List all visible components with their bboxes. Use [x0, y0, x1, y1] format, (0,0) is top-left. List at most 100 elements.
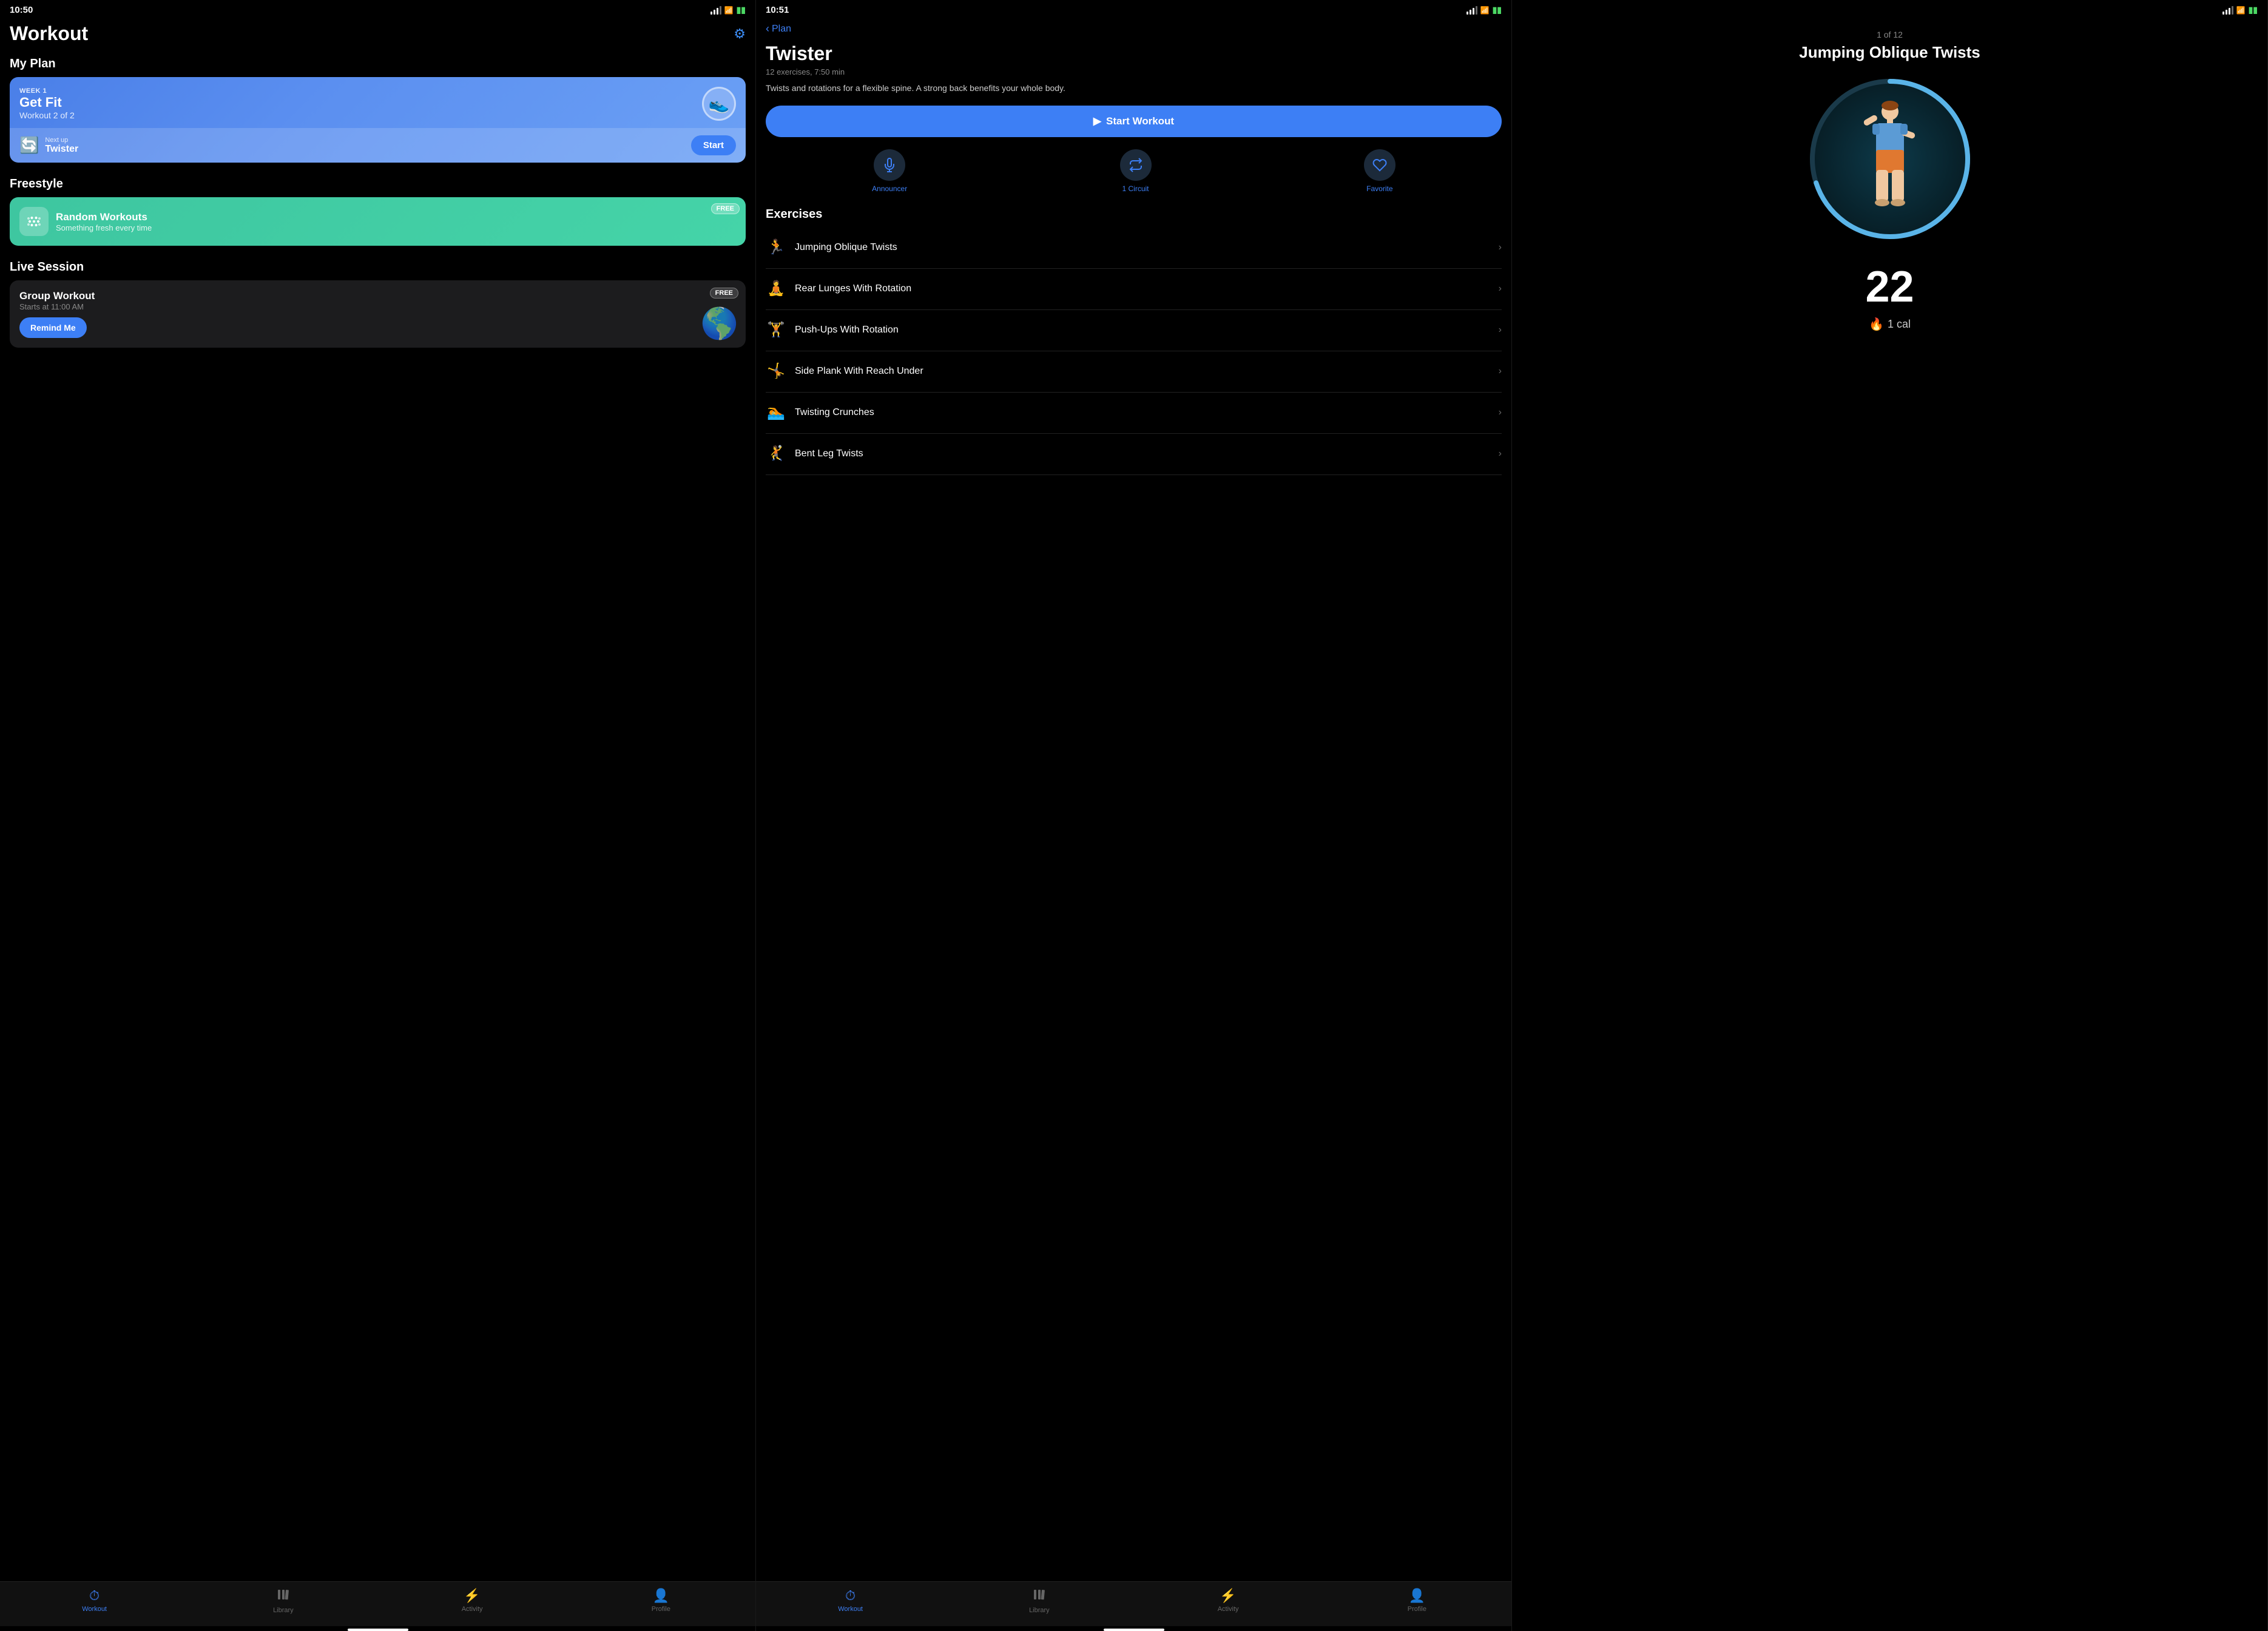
next-up-row: 🔄 Next up Twister	[19, 136, 78, 155]
back-label: Plan	[772, 24, 791, 35]
svg-text:🏃: 🏃	[767, 238, 785, 255]
announcer-icon-circle	[874, 149, 905, 181]
status-icons-2: 📶 ▮▮	[1466, 5, 1502, 15]
exercise-active-title: Jumping Oblique Twists	[1799, 43, 1980, 62]
exercise-figure-5: 🤾	[766, 442, 788, 466]
cal-label: 1 cal	[1888, 318, 1911, 331]
workout-description: Twists and rotations for a flexible spin…	[766, 83, 1502, 95]
nav-workout-2[interactable]: ⏱ Workout	[756, 1588, 945, 1614]
start-workout-button[interactable]: ▶ Start Workout	[766, 106, 1502, 137]
exercise-chevron-3: ›	[1499, 366, 1502, 377]
random-workouts-icon	[19, 207, 49, 236]
signal-icon-2	[1466, 6, 1477, 15]
announcer-button[interactable]: Announcer	[872, 149, 907, 193]
exercise-chevron-0: ›	[1499, 242, 1502, 253]
remind-me-button[interactable]: Remind Me	[19, 317, 87, 338]
workout-meta: 12 exercises, 7:50 min	[766, 67, 1502, 76]
svg-text:🏋: 🏋	[767, 321, 785, 338]
live-card-title: Group Workout	[19, 290, 736, 302]
exercise-name-1: Rear Lunges With Rotation	[795, 283, 1491, 294]
exercise-item-4[interactable]: 🏊 Twisting Crunches ›	[766, 393, 1502, 434]
wifi-icon: 📶	[724, 6, 734, 15]
exercise-item-5[interactable]: 🤾 Bent Leg Twists ›	[766, 434, 1502, 475]
settings-icon[interactable]: ⚙	[734, 26, 746, 42]
exercise-progress: 1 of 12	[1877, 30, 1903, 39]
exercise-name-4: Twisting Crunches	[795, 407, 1491, 418]
library-nav-label-2: Library	[1029, 1607, 1050, 1614]
panel-workout: 10:50 📶 ▮▮ Workout ⚙ My Plan WEEK 1 Get …	[0, 0, 756, 1631]
nav-library[interactable]: Library	[189, 1588, 377, 1614]
panel-twister: 10:51 📶 ▮▮ ‹ Plan Twister 12 exercises, …	[756, 0, 1512, 1631]
profile-nav-label: Profile	[652, 1606, 670, 1613]
exercise-circle-container	[1805, 74, 1975, 244]
library-nav-icon	[277, 1588, 290, 1605]
back-to-plan-button[interactable]: ‹ Plan	[766, 18, 1502, 42]
battery-icon: ▮▮	[737, 5, 746, 15]
plan-card[interactable]: WEEK 1 Get Fit Workout 2 of 2 👟 🔄 Next u…	[10, 77, 746, 163]
favorite-label: Favorite	[1366, 184, 1392, 193]
circuit-icon-circle	[1120, 149, 1152, 181]
activity-nav-icon: ⚡	[464, 1588, 480, 1604]
activity-nav-label: Activity	[462, 1606, 483, 1613]
wifi-icon-2: 📶	[1480, 6, 1490, 15]
workout-nav-label: Workout	[82, 1606, 107, 1613]
status-bar-2: 10:51 📶 ▮▮	[756, 0, 1511, 18]
exercise-figure-4: 🏊	[766, 401, 788, 425]
workout-nav-icon: ⏱	[89, 1588, 100, 1604]
exercise-chevron-5: ›	[1499, 448, 1502, 459]
plan-card-bottom: 🔄 Next up Twister Start	[10, 128, 746, 163]
nav-library-2[interactable]: Library	[945, 1588, 1133, 1614]
status-icons-3: 📶 ▮▮	[2222, 5, 2258, 15]
profile-nav-icon: 👤	[653, 1588, 669, 1604]
live-session-card[interactable]: Group Workout Starts at 11:00 AM Remind …	[10, 280, 746, 348]
next-up-info: Next up Twister	[45, 137, 78, 155]
library-nav-label: Library	[273, 1607, 294, 1614]
signal-icon	[710, 6, 721, 15]
home-indicator-1	[348, 1629, 408, 1631]
exercise-name-3: Side Plank With Reach Under	[795, 366, 1491, 377]
freestyle-card[interactable]: Random Workouts Something fresh every ti…	[10, 197, 746, 246]
freestyle-free-badge: FREE	[711, 203, 740, 214]
activity-nav-icon-2: ⚡	[1220, 1588, 1236, 1604]
exercise-figure-2: 🏋	[766, 319, 788, 342]
my-plan-label: My Plan	[10, 57, 746, 71]
dots-icon	[25, 212, 43, 231]
nav-profile-2[interactable]: 👤 Profile	[1323, 1588, 1511, 1614]
nav-activity-2[interactable]: ⚡ Activity	[1134, 1588, 1323, 1614]
random-workouts-subtitle: Something fresh every time	[56, 223, 152, 232]
person-svg	[1851, 98, 1929, 220]
next-up-start-button[interactable]: Start	[691, 135, 736, 155]
circuit-button[interactable]: 1 Circuit	[1120, 149, 1152, 193]
exercise-item-3[interactable]: 🤸 Side Plank With Reach Under ›	[766, 351, 1502, 393]
exercise-name-0: Jumping Oblique Twists	[795, 242, 1491, 253]
svg-text:🏊: 🏊	[767, 404, 785, 420]
exercise-item-0[interactable]: 🏃 Jumping Oblique Twists ›	[766, 228, 1502, 269]
svg-text:🤸: 🤸	[767, 362, 785, 379]
nav-profile[interactable]: 👤 Profile	[567, 1588, 755, 1614]
home-indicator-2	[1104, 1629, 1164, 1631]
plan-title: Get Fit	[19, 95, 75, 110]
exercise-figure-0: 🏃	[766, 236, 788, 260]
next-up-name: Twister	[45, 144, 78, 155]
exercise-figure-1: 🧘	[766, 277, 788, 301]
freestyle-label: Freestyle	[10, 177, 746, 191]
library-nav-icon-2	[1033, 1588, 1046, 1605]
exercise-figure-3: 🤸	[766, 360, 788, 383]
status-bar-1: 10:50 📶 ▮▮	[0, 0, 755, 18]
bottom-nav-1: ⏱ Workout Library ⚡ Activity 👤 Profile	[0, 1581, 755, 1626]
action-buttons: Announcer 1 Circuit	[766, 149, 1502, 193]
favorite-button[interactable]: Favorite	[1364, 149, 1396, 193]
cal-info: 🔥 1 cal	[1869, 317, 1911, 332]
exercise-item-2[interactable]: 🏋 Push-Ups With Rotation ›	[766, 310, 1502, 351]
signal-icon-3	[2222, 6, 2233, 15]
wifi-icon-3: 📶	[2236, 6, 2246, 15]
announcer-label: Announcer	[872, 184, 907, 193]
exercise-name-2: Push-Ups With Rotation	[795, 325, 1491, 336]
status-time-1: 10:50	[10, 5, 33, 15]
profile-nav-label-2: Profile	[1408, 1606, 1426, 1613]
live-card-info: Group Workout Starts at 11:00 AM	[19, 290, 736, 311]
exercise-item-1[interactable]: 🧘 Rear Lunges With Rotation ›	[766, 269, 1502, 310]
nav-activity[interactable]: ⚡ Activity	[378, 1588, 567, 1614]
nav-workout[interactable]: ⏱ Workout	[0, 1588, 189, 1614]
svg-text:🧘: 🧘	[767, 280, 785, 297]
